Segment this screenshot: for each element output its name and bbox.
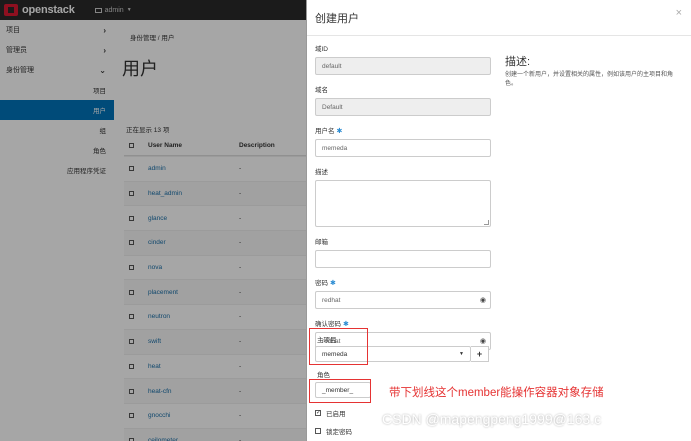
description-label: 描述 <box>315 169 328 176</box>
enabled-checkbox[interactable]: ✓ <box>315 410 321 416</box>
description-textarea[interactable] <box>315 180 491 227</box>
lock-password-checkbox-row[interactable]: 锁定密码 <box>315 426 352 436</box>
domain-name-label: 域名 <box>315 87 328 94</box>
close-icon[interactable]: × <box>676 7 682 19</box>
required-asterisk-icon: ✱ <box>343 321 349 328</box>
eye-icon[interactable]: ◉ <box>480 296 486 304</box>
enabled-checkbox-row[interactable]: ✓ 已启用 <box>315 408 346 418</box>
highlight-box-role <box>309 379 371 403</box>
required-asterisk-icon: ✱ <box>330 280 336 287</box>
watermark: CSDN @mapengpeng1999@163.c <box>382 411 602 427</box>
help-text: 创建一个新用户，并设置相关的属性，例如该用户的主项目和角色。 <box>505 72 674 87</box>
lock-password-label: 锁定密码 <box>326 429 352 436</box>
confirm-password-label: 确认密码 ✱ <box>315 318 495 328</box>
email-label: 邮箱 <box>315 239 328 246</box>
password-label-text: 密码 <box>315 280 328 287</box>
email-input[interactable] <box>315 250 491 268</box>
create-user-form: 域ID default 域名 Default 用户名 ✱ memeda 描述 邮箱… <box>315 36 495 350</box>
domain-name-field: Default <box>315 98 491 116</box>
domain-id-label: 域ID <box>315 46 328 53</box>
highlight-box-project <box>309 328 368 365</box>
lock-password-checkbox[interactable] <box>315 428 321 434</box>
password-input[interactable]: redhat ◉ <box>315 291 491 309</box>
modal-title: 创建用户 <box>315 12 359 25</box>
modal-header: 创建用户 <box>307 0 691 36</box>
annotation-text: 带下划线这个member能操作容器对象存储 <box>389 387 604 399</box>
chevron-down-icon: ▼ <box>459 351 464 357</box>
add-project-button[interactable]: + <box>471 346 489 362</box>
create-user-modal: 创建用户 × 域ID default 域名 Default 用户名 ✱ memed… <box>306 0 691 441</box>
required-asterisk-icon: ✱ <box>336 128 343 135</box>
username-label: 用户名 ✱ <box>315 125 495 135</box>
username-label-text: 用户名 <box>315 128 335 135</box>
enabled-label: 已启用 <box>326 411 346 418</box>
password-value: redhat <box>322 296 341 304</box>
username-input[interactable]: memeda <box>315 139 491 157</box>
confirm-password-label-text: 确认密码 <box>315 321 341 328</box>
role-label: 角色 <box>317 372 330 379</box>
password-label: 密码 ✱ <box>315 277 495 287</box>
eye-icon[interactable]: ◉ <box>480 337 486 345</box>
help-heading: 描述: <box>505 56 531 68</box>
domain-id-field: default <box>315 57 491 75</box>
